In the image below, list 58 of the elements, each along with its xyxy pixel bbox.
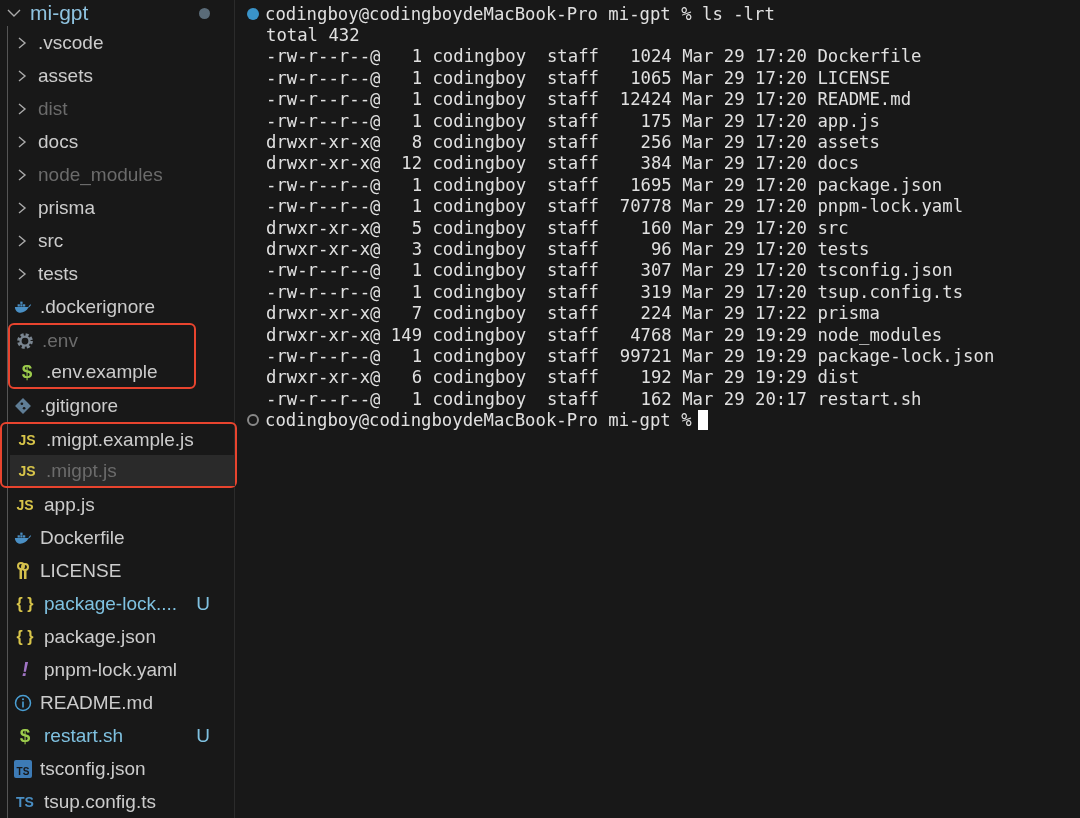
terminal-output: drwxr-xr-x@ 5 codingboy staff 160 Mar 29 17:20 src xyxy=(266,217,849,238)
terminal-output: -rw-r--r--@ 1 codingboy staff 99721 Mar 29 19:29 package-lock.json xyxy=(266,345,995,366)
terminal-output: drwxr-xr-x@ 3 codingboy staff 96 Mar 29 17:20 tests xyxy=(266,239,870,259)
terminal-output: total 432 xyxy=(266,25,360,46)
file-item[interactable]: $ .env.example xyxy=(10,356,194,387)
folder-title[interactable]: mi-gpt xyxy=(30,1,89,25)
js-icon: JS xyxy=(14,496,36,513)
file-item[interactable]: .dockerignore xyxy=(8,290,234,323)
unsaved-dot xyxy=(199,7,210,19)
terminal-prompt: codingboy@codingboydeMacBook-Pro mi-gpt % xyxy=(265,410,692,431)
file-item[interactable]: $ restart.sh U xyxy=(8,719,234,752)
file-item[interactable]: TS tsup.config.ts xyxy=(8,785,234,818)
terminal-output: drwxr-xr-x@ 6 codingboy staff 192 Mar 29 19:29 dist xyxy=(266,367,860,388)
file-item[interactable]: { } package-lock.... U xyxy=(8,587,234,620)
folder-item[interactable]: .vscode xyxy=(8,26,234,59)
file-item[interactable]: README.md xyxy=(8,686,234,719)
folder-item[interactable]: tests xyxy=(8,257,234,290)
file-item[interactable]: Dockerfile xyxy=(8,521,234,554)
terminal-output: -rw-r--r--@ 1 codingboy staff 1024 Mar 29 17:20 Dockerfile xyxy=(266,46,922,67)
gear-icon xyxy=(16,331,34,350)
terminal-output: -rw-r--r--@ 1 codingboy staff 175 Mar 29 17:20 app.js xyxy=(266,110,880,131)
ts-icon: TS xyxy=(14,793,36,810)
terminal-output: -rw-r--r--@ 1 codingboy staff 162 Mar 29 20:17 restart.sh xyxy=(266,388,922,409)
folder-item[interactable]: assets xyxy=(8,59,234,92)
terminal-output: drwxr-xr-x@ 12 codingboy staff 384 Mar 29 17:20 docs xyxy=(266,153,860,174)
terminal-prompt: codingboy@codingboydeMacBook-Pro mi-gpt % ls -lrt xyxy=(265,3,775,24)
terminal-output: -rw-r--r--@ 1 codingboy staff 307 Mar 29 17:20 tsconfig.json xyxy=(266,260,953,281)
file-item[interactable]: ! pnpm-lock.yaml xyxy=(8,653,234,686)
file-item[interactable]: JS .migpt.example.js xyxy=(10,424,235,455)
file-item[interactable]: JS app.js xyxy=(8,488,234,521)
dollar-icon: $ xyxy=(16,360,38,383)
braces-icon: { } xyxy=(14,594,36,613)
terminal-output: drwxr-xr-x@ 149 codingboy staff 4768 Mar 29 19:29 node_modules xyxy=(266,324,943,345)
exclamation-icon: ! xyxy=(14,658,36,681)
git-status: U xyxy=(196,724,210,747)
folder-item[interactable]: prisma xyxy=(8,191,234,224)
terminal-output: -rw-r--r--@ 1 codingboy staff 1695 Mar 29 17:20 package.json xyxy=(266,174,943,195)
braces-icon: { } xyxy=(14,627,36,646)
file-item[interactable]: JS .migpt.js xyxy=(10,455,235,486)
dollar-icon: $ xyxy=(14,724,36,747)
terminal-output: -rw-r--r--@ 1 codingboy staff 319 Mar 29 17:20 tsup.config.ts xyxy=(266,281,964,302)
js-icon: JS xyxy=(16,431,38,448)
folder-item[interactable]: src xyxy=(8,224,234,257)
terminal-output: drwxr-xr-x@ 8 codingboy staff 256 Mar 29 17:20 assets xyxy=(266,132,880,153)
folder-item[interactable]: docs xyxy=(8,125,234,158)
info-icon xyxy=(14,693,32,712)
file-item[interactable]: TS tsconfig.json xyxy=(8,752,234,785)
js-icon: JS xyxy=(16,462,38,479)
ts-icon: TS xyxy=(14,759,32,778)
key-icon xyxy=(14,561,32,580)
terminal-output: -rw-r--r--@ 1 codingboy staff 70778 Mar 29 17:20 pnpm-lock.yaml xyxy=(266,196,964,217)
terminal-output: -rw-r--r--@ 1 codingboy staff 12424 Mar 29 17:20 README.md xyxy=(266,89,912,110)
terminal-output: drwxr-xr-x@ 7 codingboy staff 224 Mar 29 17:22 prisma xyxy=(266,303,880,324)
file-item[interactable]: .gitignore xyxy=(8,389,234,422)
terminal-output: -rw-r--r--@ 1 codingboy staff 1065 Mar 29 17:20 LICENSE xyxy=(266,67,891,88)
file-item[interactable]: LICENSE xyxy=(8,554,234,587)
git-status: U xyxy=(196,592,210,615)
file-item[interactable]: { } package.json xyxy=(8,620,234,653)
